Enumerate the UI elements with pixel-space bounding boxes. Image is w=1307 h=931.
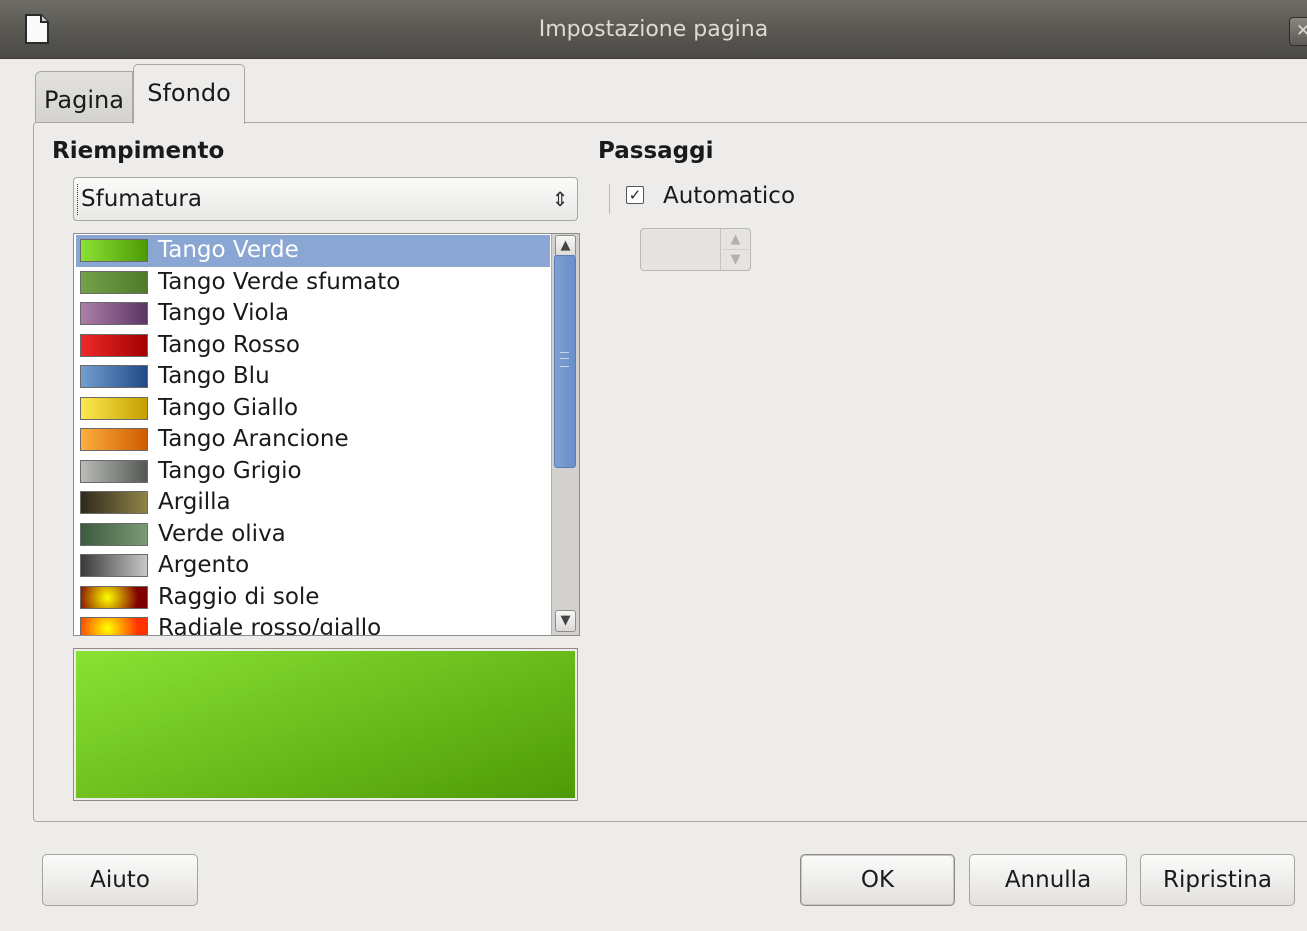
gradient-list-item[interactable]: Argilla [76,487,550,519]
gradient-list-item[interactable]: Tango Rosso [76,330,550,362]
gradient-list-item[interactable]: Tango Viola [76,298,550,330]
gradient-item-label: Raggio di sole [158,583,320,610]
gradient-list-item[interactable]: Radiale rosso/giallo [76,613,550,636]
gradient-list[interactable]: Tango Verde Tango Verde sfumato Tango Viol… [73,233,580,636]
gradient-swatch [80,396,148,420]
gradient-list-item[interactable]: Tango Verde sfumato [76,267,550,299]
updown-arrows-icon: ⇕ [551,187,569,211]
close-icon: ✕ [1296,21,1307,41]
gradient-item-label: Tango Blu [158,363,270,389]
gradient-swatch [80,302,148,325]
gradient-item-label: Tango Arancione [158,426,349,452]
scroll-down-button[interactable]: ▼ [555,610,576,632]
gradient-swatch [80,617,148,635]
spin-down-icon: ▼ [723,249,748,269]
gradient-list-items: Tango Verde Tango Verde sfumato Tango Viol… [76,235,550,636]
gradient-swatch [80,270,148,294]
gradient-list-item[interactable]: Raggio di sole [76,582,550,614]
spin-buttons: ▲ ▼ [720,229,750,270]
gradient-list-item[interactable]: Argento [76,550,550,582]
dropdown-separator [609,184,610,214]
list-scrollbar[interactable]: ▲ ▼ [551,234,579,635]
gradient-item-label: Argilla [158,489,231,515]
gradient-swatch [80,554,148,577]
gradient-item-label: Verde oliva [158,520,286,547]
chevron-down-icon: ▼ [560,613,571,628]
tab-sfondo[interactable]: Sfondo [133,64,245,124]
title-bar: Impostazione pagina ✕ [0,0,1307,59]
window-title: Impostazione pagina [538,17,769,42]
gradient-preview-fill [76,651,575,798]
reset-button[interactable]: Ripristina [1140,854,1295,906]
scroll-up-button[interactable]: ▲ [555,235,576,257]
scroll-thumb[interactable] [554,255,576,468]
chevron-up-icon: ▲ [560,238,571,253]
checkmark-icon: ✓ [628,186,642,204]
tab-pagina[interactable]: Pagina [35,71,133,123]
grip-icon [560,352,569,367]
gradient-swatch [80,522,148,546]
gradient-swatch [80,239,148,262]
close-button[interactable]: ✕ [1289,17,1307,46]
cancel-button[interactable]: Annulla [969,854,1127,906]
gradient-item-label: Tango Rosso [158,331,300,358]
help-button[interactable]: Aiuto [42,854,198,906]
gradient-item-label: Tango Verde [158,237,299,263]
gradient-list-item[interactable]: Tango Giallo [76,393,550,425]
gradient-list-item[interactable]: Tango Grigio [76,456,550,488]
fill-type-value: Sfumatura [77,178,202,221]
fill-heading: Riempimento [52,138,225,164]
steps-heading: Passaggi [598,138,714,164]
ok-button[interactable]: OK [800,854,955,906]
gradient-list-item[interactable]: Tango Blu [76,361,550,393]
gradient-swatch [80,585,148,609]
gradient-list-item[interactable]: Tango Arancione [76,424,550,456]
automatic-checkbox[interactable]: ✓ [626,186,644,204]
fill-type-dropdown[interactable]: Sfumatura ⇕ [73,177,610,221]
spin-up-icon: ▲ [730,232,741,247]
gradient-swatch [80,459,148,483]
gradient-swatch [80,365,148,388]
gradient-swatch [80,428,148,451]
gradient-item-label: Tango Grigio [158,457,302,484]
increment-spinbox: ▲ ▼ [640,228,751,271]
gradient-item-label: Argento [158,552,250,578]
gradient-item-label: Tango Verde sfumato [158,268,401,295]
gradient-swatch [80,333,148,357]
gradient-item-label: Tango Giallo [158,394,299,421]
gradient-list-item[interactable]: Tango Verde [76,235,550,267]
automatic-label[interactable]: Automatico [663,180,795,212]
gradient-item-label: Tango Viola [158,300,290,326]
gradient-preview [73,648,578,801]
gradient-swatch [80,491,148,514]
gradient-item-label: Radiale rosso/giallo [158,615,382,636]
gradient-list-item[interactable]: Verde oliva [76,519,550,551]
